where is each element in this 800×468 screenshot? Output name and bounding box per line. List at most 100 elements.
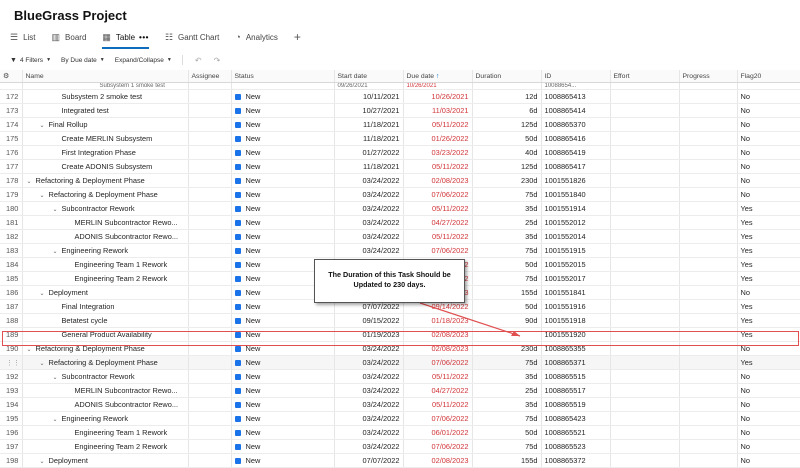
flag20-cell[interactable]: No [737, 159, 800, 174]
start-date-cell[interactable]: 03/24/2022 [334, 201, 404, 216]
status-cell[interactable]: New [231, 229, 335, 244]
name-cell[interactable]: Final Integration [22, 299, 189, 314]
due-date-cell[interactable]: 10/26/2021 [403, 89, 473, 104]
effort-cell[interactable] [610, 257, 680, 272]
status-cell[interactable]: New [231, 397, 335, 412]
chevron-down-icon[interactable]: ⌄ [53, 206, 62, 213]
assignee-cell[interactable] [188, 201, 232, 216]
duration-cell[interactable]: 50d [472, 131, 542, 146]
assignee-cell[interactable] [188, 369, 232, 384]
due-date-cell[interactable]: 07/06/2022 [403, 355, 473, 370]
name-cell[interactable]: MERLIN Subcontractor Rewo... [22, 215, 189, 230]
progress-cell[interactable] [679, 257, 738, 272]
table-row-partial[interactable]: Subsystem 1 smoke test 09/26/2021 10/26/… [0, 82, 800, 90]
start-date-cell[interactable]: 11/18/2021 [334, 131, 404, 146]
table-row[interactable]: 188 Betatest cycle New 09/15/2022 01/18/2023… [0, 313, 800, 328]
assignee-cell[interactable] [188, 159, 232, 174]
status-cell[interactable]: New [231, 187, 335, 202]
duration-cell[interactable]: 125d [472, 159, 542, 174]
add-view-button[interactable]: + [294, 28, 301, 46]
status-cell[interactable]: New [231, 369, 335, 384]
due-date-cell[interactable]: 02/08/2023 [403, 341, 473, 356]
progress-cell[interactable] [679, 299, 738, 314]
flag20-cell[interactable]: Yes [737, 201, 800, 216]
column-header-id[interactable]: ID [541, 70, 611, 83]
effort-cell[interactable] [610, 327, 680, 342]
due-date-cell[interactable]: 07/06/2022 [403, 411, 473, 426]
assignee-cell[interactable] [188, 89, 232, 104]
due-date-cell[interactable]: 05/11/2022 [403, 159, 473, 174]
flag20-cell[interactable]: Yes [737, 271, 800, 286]
table-row[interactable]: 189 General Product Availability New 01/19/… [0, 327, 800, 342]
assignee-cell[interactable] [188, 285, 232, 300]
start-cell[interactable]: 09/26/2021 [334, 82, 404, 90]
assignee-cell[interactable] [188, 117, 232, 132]
start-date-cell[interactable]: 03/24/2022 [334, 229, 404, 244]
effort-cell[interactable] [610, 215, 680, 230]
effort-cell[interactable] [610, 243, 680, 258]
table-row[interactable]: 176 First Integration Phase New 01/27/2022 0… [0, 145, 800, 160]
name-cell[interactable]: ⌄ Refactoring & Deployment Phase [22, 173, 189, 188]
assignee-cell[interactable] [188, 439, 232, 454]
name-cell[interactable]: ⌄ Refactoring & Deployment Phase [22, 341, 189, 356]
flag20-cell[interactable]: Yes [737, 243, 800, 258]
name-cell[interactable]: Engineering Team 1 Rework [22, 425, 189, 440]
assignee-cell[interactable] [188, 103, 232, 118]
flag20-cell[interactable]: No [737, 131, 800, 146]
status-cell[interactable]: New [231, 173, 335, 188]
flag20-cell[interactable]: No [737, 117, 800, 132]
duration-cell[interactable]: 35d [472, 229, 542, 244]
drag-handle-icon[interactable]: ⋮⋮ [6, 360, 20, 367]
progress-cell[interactable] [679, 397, 738, 412]
progress-cell[interactable] [679, 159, 738, 174]
table-row[interactable]: 195 ⌄ Engineering Rework New 03/24/2022 07/06… [0, 411, 800, 426]
name-cell[interactable]: Subsystem 2 smoke test [22, 89, 189, 104]
duration-cell[interactable] [472, 327, 542, 342]
effort-cell[interactable] [610, 355, 680, 370]
chevron-down-icon[interactable]: ⌄ [27, 346, 36, 353]
status-cell[interactable]: New [231, 89, 335, 104]
table-row[interactable]: 179 ⌄ Refactoring & Deployment Phase New 03/… [0, 187, 800, 202]
effort-cell[interactable] [610, 89, 680, 104]
due-date-cell[interactable]: 11/03/2021 [403, 103, 473, 118]
due-date-cell[interactable]: 07/06/2022 [403, 243, 473, 258]
status-cell[interactable]: New [231, 215, 335, 230]
name-cell[interactable]: ⌄ Subcontractor Rework [22, 369, 189, 384]
progress-cell[interactable] [679, 285, 738, 300]
expand-collapse-button[interactable]: Expand/Collapse ▼ [115, 57, 172, 64]
flag20-cell[interactable]: Yes [737, 229, 800, 244]
group-by-button[interactable]: By Due date ▼ [61, 57, 105, 64]
tab-gantt-chart[interactable]: ☷ Gantt Chart [165, 28, 219, 46]
chevron-down-icon[interactable]: ⌄ [27, 178, 36, 185]
start-date-cell[interactable]: 03/24/2022 [334, 411, 404, 426]
due-date-cell[interactable]: 05/11/2022 [403, 201, 473, 216]
name-cell[interactable]: ⌄ Refactoring & Deployment Phase [22, 355, 189, 370]
start-date-cell[interactable]: 03/24/2022 [334, 243, 404, 258]
flag20-cell[interactable]: Yes [737, 355, 800, 370]
due-date-cell[interactable]: 04/27/2022 [403, 215, 473, 230]
name-cell[interactable]: ADONIS Subcontractor Rewo... [22, 229, 189, 244]
progress-cell[interactable] [679, 271, 738, 286]
flag20-cell[interactable]: No [737, 103, 800, 118]
effort-cell[interactable] [610, 341, 680, 356]
start-date-cell[interactable]: 03/24/2022 [334, 439, 404, 454]
status-cell[interactable]: New [231, 425, 335, 440]
due-date-cell[interactable]: 05/11/2022 [403, 117, 473, 132]
assignee-cell[interactable] [188, 327, 232, 342]
assignee-cell[interactable] [188, 173, 232, 188]
table-row[interactable]: 178 ⌄ Refactoring & Deployment Phase New 03/… [0, 173, 800, 188]
due-date-cell[interactable]: 01/18/2023 [403, 313, 473, 328]
table-row[interactable]: 190 ⌄ Refactoring & Deployment Phase New 03/… [0, 341, 800, 356]
table-row[interactable]: 194 ADONIS Subcontractor Rewo... New 03/24/… [0, 397, 800, 412]
name-cell[interactable]: General Product Availability [22, 327, 189, 342]
duration-cell[interactable]: 75d [472, 355, 542, 370]
effort-cell[interactable] [610, 201, 680, 216]
flag20-cell[interactable]: No [737, 453, 800, 468]
name-cell[interactable]: ⌄ Final Rollup [22, 117, 189, 132]
start-date-cell[interactable]: 07/07/2022 [334, 453, 404, 468]
progress-cell[interactable] [679, 425, 738, 440]
table-row[interactable]: 193 MERLIN Subcontractor Rewo... New 03/24/… [0, 383, 800, 398]
due-date-cell[interactable]: 02/08/2023 [403, 453, 473, 468]
start-date-cell[interactable]: 01/19/2023 [334, 327, 404, 342]
due-cell[interactable]: 10/26/2021 [403, 82, 473, 90]
